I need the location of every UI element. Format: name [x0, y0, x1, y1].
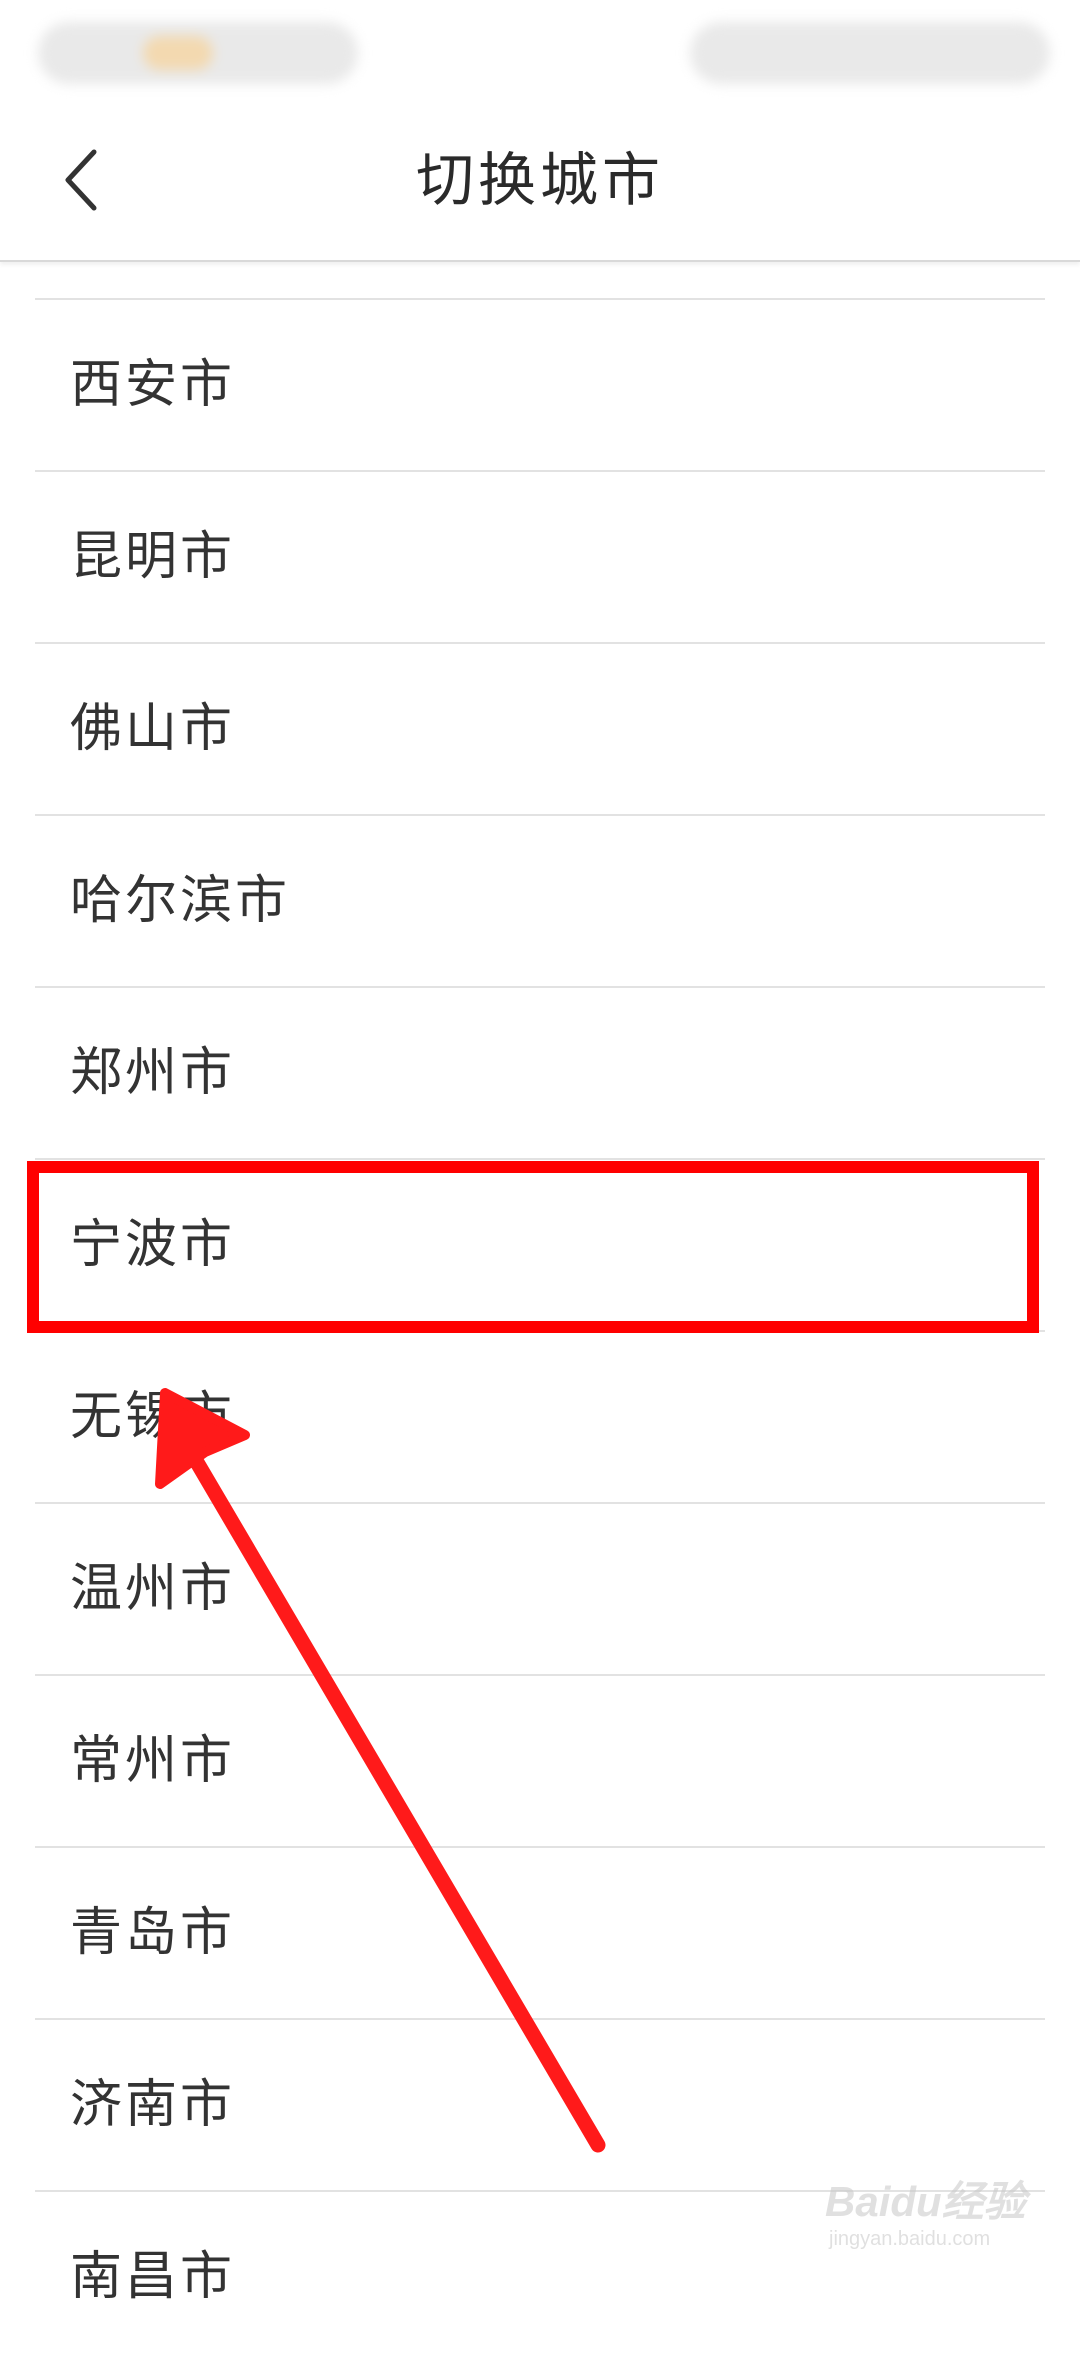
city-name: 常州市 — [70, 1731, 236, 1791]
city-name: 济南市 — [70, 2075, 236, 2135]
status-bar — [0, 0, 1080, 100]
watermark-main: Baidu经验 — [825, 2178, 1026, 2225]
city-name: 哈尔滨市 — [70, 871, 291, 931]
city-name: 无锡市 — [70, 1387, 236, 1447]
city-item-changzhou[interactable]: 常州市 — [35, 1676, 1045, 1848]
city-item-foshan[interactable]: 佛山市 — [35, 644, 1045, 816]
status-bar-right-blurred — [690, 22, 1050, 84]
city-name: 佛山市 — [70, 699, 236, 759]
highlight-box — [27, 1161, 1039, 1333]
city-item-wuxi[interactable]: 无锡市 — [35, 1332, 1045, 1504]
city-name: 郑州市 — [70, 1043, 236, 1103]
city-name: 昆明市 — [70, 527, 236, 587]
city-item-kunming[interactable]: 昆明市 — [35, 472, 1045, 644]
city-name: 温州市 — [70, 1559, 236, 1619]
page-title: 切换城市 — [415, 146, 664, 214]
city-name: 青岛市 — [70, 1903, 236, 1963]
city-item-zhengzhou[interactable]: 郑州市 — [35, 988, 1045, 1160]
city-item-wenzhou[interactable]: 温州市 — [35, 1504, 1045, 1676]
nav-header: 切换城市 — [0, 100, 1080, 262]
status-bar-left-blurred — [38, 22, 358, 84]
city-item-harbin[interactable]: 哈尔滨市 — [35, 816, 1045, 988]
city-name: 南昌市 — [70, 2247, 236, 2307]
watermark-sub: jingyan.baidu.com — [829, 2228, 991, 2250]
city-name: 西安市 — [70, 355, 236, 415]
city-item-xian[interactable]: 西安市 — [35, 300, 1045, 472]
city-item-qingdao[interactable]: 青岛市 — [35, 1848, 1045, 2020]
baidu-watermark: Baidu经验 jingyan.baidu.com — [825, 2160, 1070, 2255]
